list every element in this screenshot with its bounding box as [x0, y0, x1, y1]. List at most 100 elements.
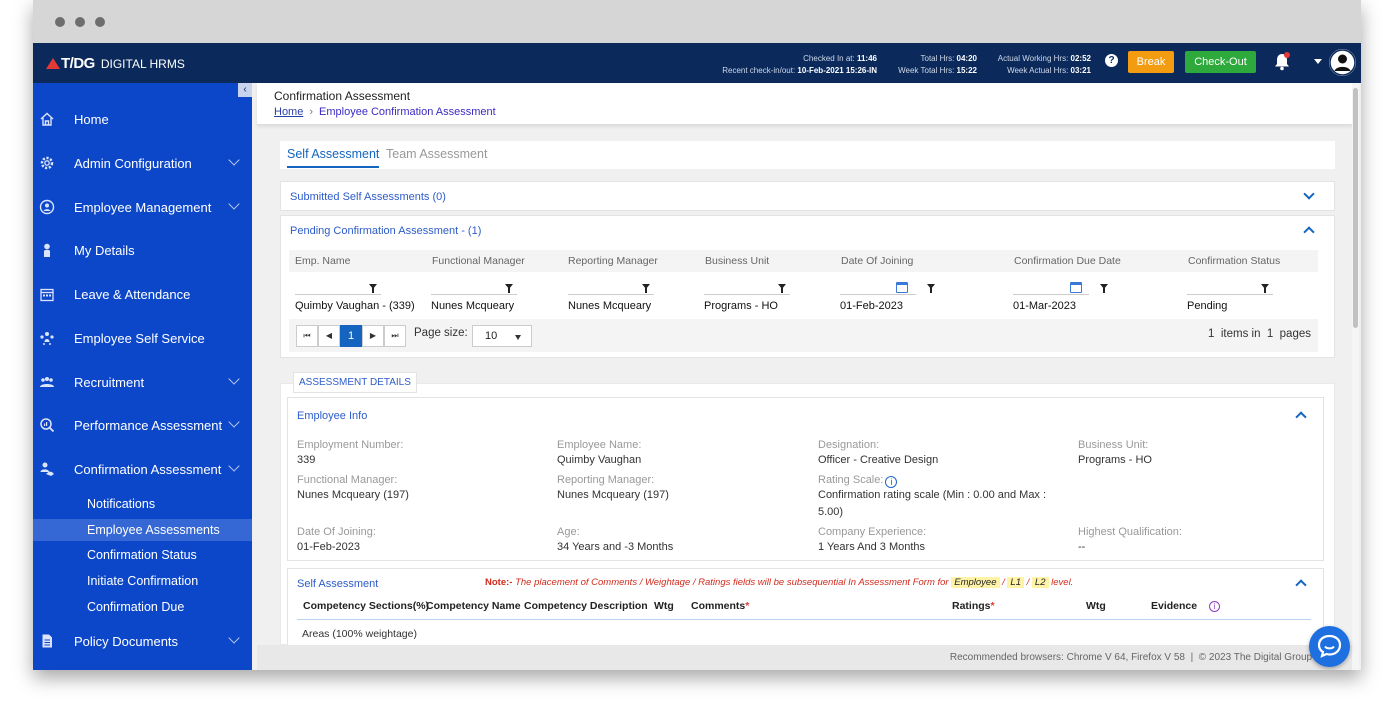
employee-name-value: Quimby Vaughan: [557, 454, 642, 466]
column-header[interactable]: Functional Manager: [432, 255, 525, 267]
sidebar-item-confirmation-assessment[interactable]: Confirmation Assessment: [33, 457, 252, 483]
cell-emp-name[interactable]: Quimby Vaughan - (339): [295, 300, 415, 312]
filter-icon[interactable]: [1100, 284, 1108, 293]
app-logo[interactable]: T/DG DIGITAL HRMS: [46, 55, 185, 72]
filter-input-date-of-joining[interactable]: [840, 294, 916, 295]
page-title: Confirmation Assessment: [274, 89, 411, 103]
avatar[interactable]: [1329, 49, 1356, 76]
check-out-button[interactable]: Check-Out: [1185, 51, 1256, 73]
sidebar-item-performance-assessment[interactable]: Performance Assessment: [33, 413, 252, 439]
company-experience-value: 1 Years And 3 Months: [818, 541, 926, 553]
required-mark: *: [990, 600, 995, 612]
pending-assessment-panel: Pending Confirmation Assessment - (1) Em…: [280, 215, 1335, 358]
designation-value: Officer - Creative Design: [818, 454, 939, 466]
page-size-select[interactable]: 10: [472, 325, 532, 347]
calendar-icon[interactable]: [896, 282, 908, 293]
age-label: Age:: [557, 526, 580, 538]
filter-icon[interactable]: [1261, 284, 1269, 293]
th-evidence: Evidence: [1151, 600, 1198, 612]
window-dot-icon[interactable]: [95, 17, 105, 27]
column-header[interactable]: Confirmation Due Date: [1014, 255, 1121, 267]
chevron-down-icon: [228, 198, 240, 210]
sidebar-item-my-details[interactable]: My Details: [33, 238, 252, 264]
help-icon[interactable]: ?: [1105, 54, 1118, 67]
page-scrollbar[interactable]: [1352, 83, 1359, 670]
tab-team-assessment[interactable]: Team Assessment: [386, 147, 487, 161]
self-assessment-note: Note:- The placement of Comments / Weigh…: [485, 577, 1073, 588]
filter-input-business-unit[interactable]: [704, 294, 790, 295]
chevron-up-icon[interactable]: [1303, 226, 1315, 238]
sidebar-item-leave-attendance[interactable]: Leave & Attendance: [33, 282, 252, 308]
sidebar-item-policy-documents[interactable]: Policy Documents: [33, 629, 252, 655]
sidebar-item-employee-self-service[interactable]: Employee Self Service: [33, 326, 252, 352]
sidebar-subitem-employee-assessments[interactable]: Employee Assessments: [33, 519, 252, 541]
first-page-button[interactable]: ⏮: [296, 325, 318, 347]
filter-icon[interactable]: [927, 284, 935, 293]
chat-button[interactable]: [1309, 626, 1350, 667]
th-ratings: Ratings*: [952, 600, 995, 612]
employee-info-title[interactable]: Employee Info: [297, 410, 367, 422]
filter-input-reporting-manager[interactable]: [568, 294, 654, 295]
info-icon[interactable]: i: [885, 476, 898, 488]
sidebar-collapse-button[interactable]: ‹: [238, 83, 252, 97]
chevron-down-icon: [228, 632, 240, 644]
sidebar-item-home[interactable]: Home: [33, 107, 252, 133]
sidebar-subitem-confirmation-status[interactable]: Confirmation Status: [33, 544, 252, 566]
chevron-up-icon[interactable]: [1295, 579, 1307, 591]
breadcrumb-current: Employee Confirmation Assessment: [319, 106, 496, 118]
filter-input-emp-name[interactable]: [295, 294, 381, 295]
filter-icon[interactable]: [369, 284, 377, 293]
calendar-icon[interactable]: [1070, 282, 1082, 293]
items-in-label: items in: [1220, 328, 1261, 340]
sidebar-subitem-initiate-confirmation[interactable]: Initiate Confirmation: [33, 570, 252, 592]
tab-self-assessment[interactable]: Self Assessment: [287, 147, 380, 168]
sidebar-item-recruitment[interactable]: Recruitment: [33, 370, 252, 396]
filter-icon[interactable]: [505, 284, 513, 293]
profile-dropdown-icon[interactable]: [1314, 59, 1322, 64]
rating-scale-label: Rating Scale:: [818, 474, 884, 486]
break-button[interactable]: Break: [1128, 51, 1174, 73]
next-page-button[interactable]: ▶: [362, 325, 384, 347]
pending-assessment-title[interactable]: Pending Confirmation Assessment - (1): [290, 225, 481, 237]
page-1-button[interactable]: 1: [340, 325, 362, 347]
scrollbar-thumb[interactable]: [1353, 88, 1358, 328]
sidebar-subitem-confirmation-due[interactable]: Confirmation Due: [33, 596, 252, 618]
submitted-assessments-panel[interactable]: Submitted Self Assessments (0): [280, 181, 1335, 211]
column-header[interactable]: Reporting Manager: [568, 255, 658, 267]
window-dot-icon[interactable]: [55, 17, 65, 27]
filter-input-due-date[interactable]: [1013, 294, 1089, 295]
column-header[interactable]: Date Of Joining: [841, 255, 913, 267]
last-page-button[interactable]: ⏭: [384, 325, 406, 347]
chevron-down-icon[interactable]: [1303, 188, 1315, 200]
functional-manager-value: Nunes Mcqueary (197): [297, 489, 409, 501]
week-actual-value: 03:21: [1070, 66, 1091, 75]
filter-input-functional-manager[interactable]: [431, 294, 517, 295]
reporting-manager-value: Nunes Mcqueary (197): [557, 489, 669, 501]
column-header[interactable]: Emp. Name: [295, 255, 350, 267]
breadcrumb-home-link[interactable]: Home: [274, 106, 303, 118]
app-name: DIGITAL HRMS: [100, 57, 185, 71]
rating-scale-value-line2: 5.00): [818, 506, 844, 518]
filter-icon[interactable]: [778, 284, 786, 293]
filter-input-status[interactable]: [1187, 294, 1273, 295]
self-assessment-title[interactable]: Self Assessment: [297, 578, 378, 590]
reporting-manager-label: Reporting Manager:: [557, 474, 655, 486]
sidebar-item-label: Recruitment: [74, 375, 145, 390]
chevron-up-icon[interactable]: [1295, 411, 1307, 423]
column-header[interactable]: Confirmation Status: [1188, 255, 1280, 267]
evidence-info-icon[interactable]: i: [1209, 601, 1220, 612]
sidebar-item-label: My Details: [74, 243, 135, 258]
window-dot-icon[interactable]: [75, 17, 85, 27]
filter-icon[interactable]: [642, 284, 650, 293]
prev-page-button[interactable]: ◀: [318, 325, 340, 347]
column-header[interactable]: Business Unit: [705, 255, 769, 267]
sidebar-item-employee-management[interactable]: Employee Management: [33, 195, 252, 221]
sidebar-subitem-notifications[interactable]: Notifications: [33, 493, 252, 515]
items-summary: 1 items in 1 pages: [1208, 328, 1311, 340]
chat-icon: [1317, 634, 1342, 658]
note-slash: /: [1026, 577, 1030, 588]
sidebar-item-admin-configuration[interactable]: Admin Configuration: [33, 151, 252, 177]
notification-bell-icon[interactable]: [1273, 52, 1291, 77]
th-ratings-label: Ratings: [952, 600, 991, 612]
note-employee: Employee: [951, 577, 1000, 588]
